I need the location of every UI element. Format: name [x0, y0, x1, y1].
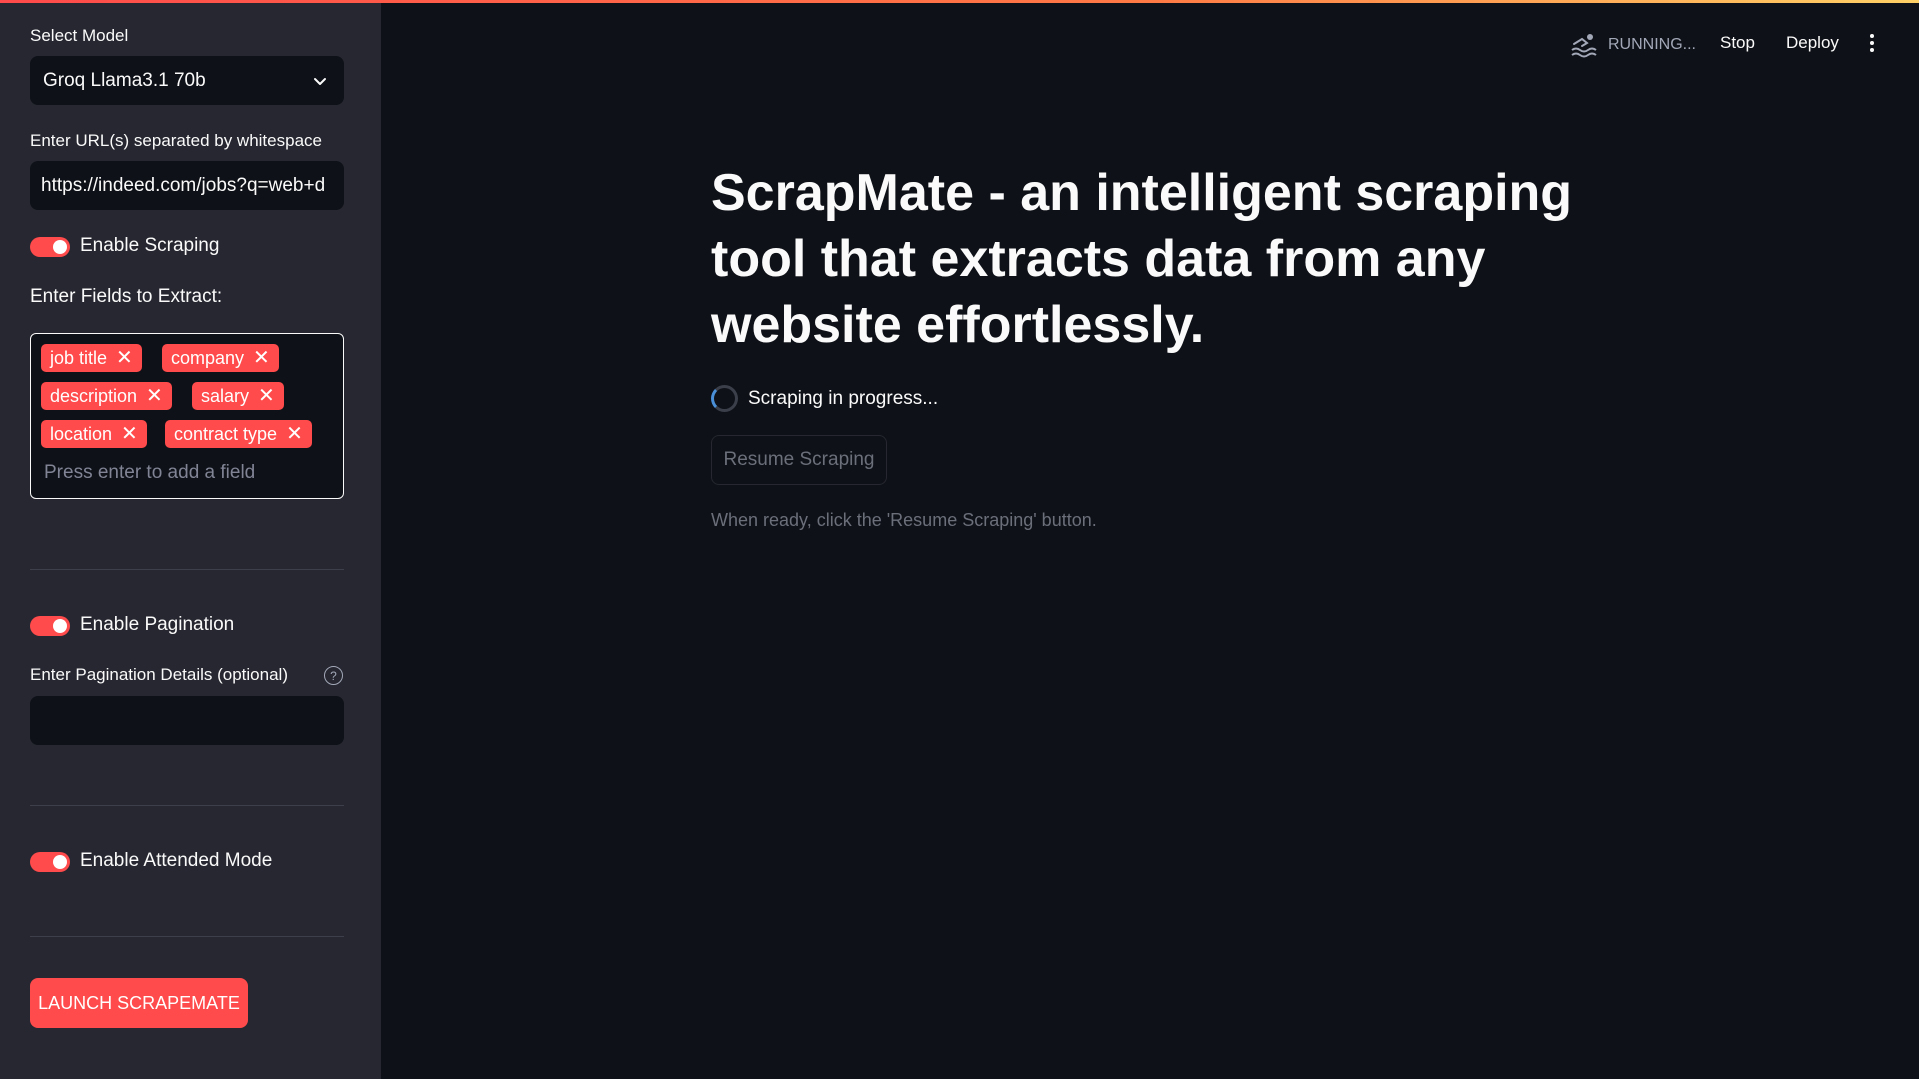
- field-tag-location: location ✕: [41, 420, 147, 448]
- field-tag-label: description: [50, 385, 138, 406]
- select-model-label: Select Model: [30, 26, 129, 45]
- running-status: RUNNING...: [1570, 32, 1696, 58]
- url-label: Enter URL(s) separated by whitespace: [30, 131, 322, 150]
- sidebar-divider: [30, 936, 344, 937]
- sidebar: Select Model Groq Llama3.1 70b Enter URL…: [0, 0, 381, 1079]
- field-tag-salary: salary ✕: [192, 382, 284, 410]
- enable-scraping-label: Enable Scraping: [80, 235, 220, 256]
- field-tag-description: description ✕: [41, 382, 172, 410]
- toggle-knob: [53, 855, 67, 869]
- chevron-down-icon: [314, 78, 326, 85]
- close-icon[interactable]: ✕: [258, 386, 275, 406]
- toggle-knob: [53, 240, 67, 254]
- field-tag-company: company ✕: [162, 344, 279, 372]
- enable-attended-toggle[interactable]: [30, 852, 70, 872]
- sidebar-divider: [30, 569, 344, 570]
- help-icon[interactable]: ?: [324, 666, 343, 685]
- page-title: ScrapMate - an intelligent scraping tool…: [711, 164, 1573, 354]
- field-tag-label: job title: [50, 347, 108, 368]
- sidebar-divider: [30, 805, 344, 806]
- close-icon[interactable]: ✕: [116, 348, 133, 368]
- progress-status: Scraping in progress...: [711, 385, 938, 412]
- fields-tag-input[interactable]: job title ✕ company ✕ description ✕ sala…: [30, 333, 344, 499]
- running-status-text: RUNNING...: [1608, 36, 1696, 53]
- fields-label: Enter Fields to Extract:: [30, 286, 223, 307]
- pagination-input[interactable]: [30, 696, 344, 745]
- launch-button[interactable]: LAUNCH SCRAPEMATE: [30, 978, 248, 1028]
- resume-scraping-button[interactable]: Resume Scraping: [711, 435, 887, 485]
- top-decoration-stripe: [0, 0, 1919, 3]
- enable-pagination-label: Enable Pagination: [80, 614, 235, 635]
- field-tag-label: salary: [201, 385, 250, 406]
- progress-text: Scraping in progress...: [748, 387, 939, 409]
- spinner-icon: [711, 385, 738, 412]
- field-tag-contract-type: contract type ✕: [165, 420, 312, 448]
- url-input[interactable]: https://indeed.com/jobs?q=web+d: [30, 161, 344, 210]
- deploy-button[interactable]: Deploy: [1786, 33, 1839, 53]
- close-icon[interactable]: ✕: [253, 348, 270, 368]
- hint-text: When ready, click the 'Resume Scraping' …: [711, 510, 1097, 530]
- close-icon[interactable]: ✕: [286, 424, 303, 444]
- url-input-value: https://indeed.com/jobs?q=web+d: [41, 174, 326, 196]
- fields-placeholder[interactable]: Press enter to add a field: [44, 462, 255, 484]
- field-tag-label: company: [171, 347, 245, 368]
- enable-scraping-toggle[interactable]: [30, 237, 70, 257]
- enable-attended-label: Enable Attended Mode: [80, 850, 273, 871]
- model-select-value: Groq Llama3.1 70b: [43, 69, 206, 91]
- pagination-label: Enter Pagination Details (optional): [30, 665, 288, 684]
- swimmer-icon: [1571, 34, 1597, 58]
- field-tag-job-title: job title ✕: [41, 344, 142, 372]
- close-icon[interactable]: ✕: [121, 424, 138, 444]
- close-icon[interactable]: ✕: [146, 386, 163, 406]
- field-tag-label: location: [50, 423, 113, 444]
- toggle-knob: [53, 619, 67, 633]
- main-menu-icon[interactable]: [1868, 34, 1876, 56]
- field-tag-label: contract type: [174, 423, 278, 444]
- enable-pagination-toggle[interactable]: [30, 616, 70, 636]
- model-select[interactable]: Groq Llama3.1 70b: [30, 56, 344, 105]
- stop-button[interactable]: Stop: [1720, 33, 1755, 53]
